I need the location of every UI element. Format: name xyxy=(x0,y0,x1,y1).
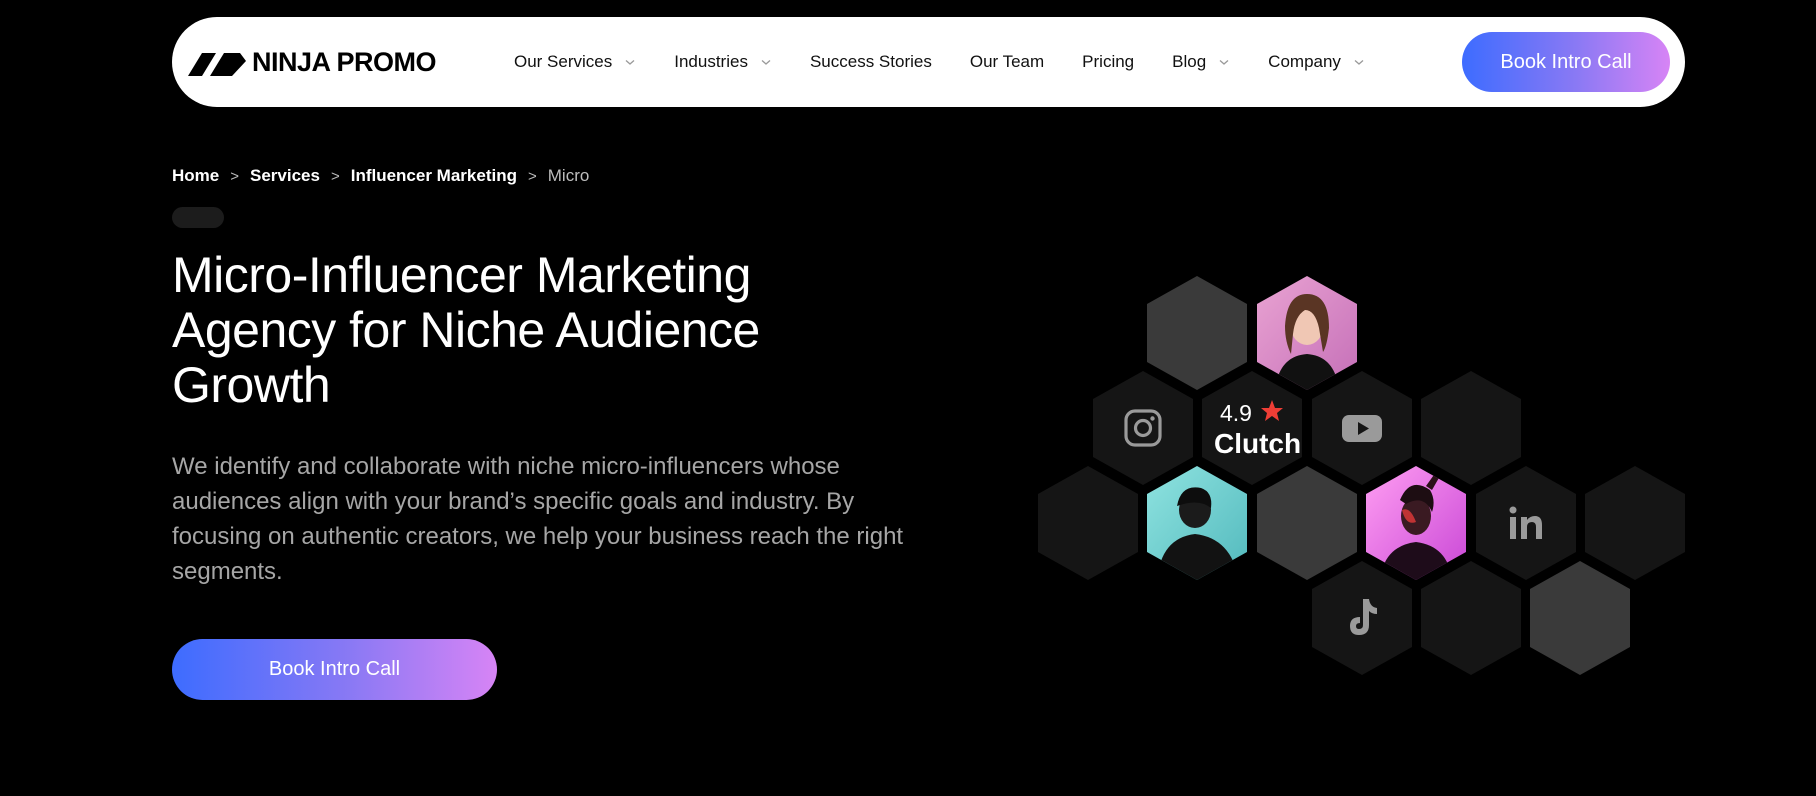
menu-item-label: Our Team xyxy=(969,52,1045,71)
breadcrumb-influencer-marketing[interactable]: Influencer Marketing xyxy=(351,166,517,186)
menu-item-label: Industries xyxy=(674,52,748,71)
chevron-down-icon xyxy=(761,60,771,65)
hex-tile xyxy=(1476,466,1576,580)
hex-tile xyxy=(1585,466,1685,580)
influencer-hex-grid: 4.9 Clutch xyxy=(1038,276,1685,675)
chevron-down-icon xyxy=(1354,60,1364,65)
hex-tile xyxy=(1421,371,1521,485)
menu-item-label: Blog xyxy=(1172,52,1207,71)
main-menu: Our Services Industries Success Stories … xyxy=(514,17,1365,107)
brand-name: NINJA PROMO xyxy=(252,47,437,77)
category-tag-pill xyxy=(172,207,224,228)
breadcrumb-services[interactable]: Services xyxy=(250,166,320,186)
book-intro-call-button-header[interactable]: Book Intro Call xyxy=(1462,32,1670,92)
hex-tile xyxy=(1257,466,1357,580)
menu-item-our-team[interactable]: Our Team xyxy=(970,52,1044,72)
top-navbar: NINJA PROMO Our Services Industries Succ… xyxy=(172,17,1685,107)
menu-item-pricing[interactable]: Pricing xyxy=(1082,52,1134,72)
youtube-icon xyxy=(1342,415,1382,442)
menu-item-company[interactable]: Company xyxy=(1268,52,1365,72)
chevron-down-icon xyxy=(625,60,635,65)
breadcrumb-home[interactable]: Home xyxy=(172,166,219,186)
hex-tile xyxy=(1147,276,1247,390)
hex-tile xyxy=(1038,466,1138,580)
influencer-avatar-pink xyxy=(1257,276,1357,390)
hex-tile xyxy=(1312,561,1412,675)
breadcrumb-separator: > xyxy=(330,167,340,185)
breadcrumb: Home > Services > Influencer Marketing >… xyxy=(172,166,589,186)
clutch-logo-text: Clutch xyxy=(1214,428,1301,459)
menu-item-blog[interactable]: Blog xyxy=(1172,52,1230,72)
influencer-avatar-teal xyxy=(1147,466,1247,580)
menu-item-label: Our Services xyxy=(514,52,613,71)
chevron-down-icon xyxy=(1219,60,1229,65)
clutch-rating-value: 4.9 xyxy=(1220,400,1252,426)
ninja-promo-logo-icon xyxy=(188,52,246,76)
menu-item-success-stories[interactable]: Success Stories xyxy=(810,52,932,72)
hex-tile xyxy=(1530,561,1630,675)
menu-item-our-services[interactable]: Our Services xyxy=(514,52,636,72)
brand-logo[interactable]: NINJA PROMO xyxy=(188,47,437,78)
hero-description: We identify and collaborate with niche m… xyxy=(172,453,904,585)
hex-tile xyxy=(1312,371,1412,485)
breadcrumb-separator: > xyxy=(527,167,537,185)
page-title: Micro-Influencer Marketing Agency for Ni… xyxy=(172,247,760,413)
breadcrumb-current: Micro xyxy=(547,166,590,185)
menu-item-label: Pricing xyxy=(1082,52,1135,71)
influencer-avatar-magenta xyxy=(1366,466,1466,580)
book-intro-call-button[interactable]: Book Intro Call xyxy=(172,639,497,700)
menu-item-label: Company xyxy=(1268,52,1341,71)
menu-item-label: Success Stories xyxy=(809,52,932,71)
hex-tile xyxy=(1421,561,1521,675)
hex-tile xyxy=(1093,371,1193,485)
menu-item-industries[interactable]: Industries xyxy=(674,52,772,72)
breadcrumb-separator: > xyxy=(230,167,239,185)
clutch-rating-badge[interactable]: 4.9 Clutch xyxy=(1202,371,1302,485)
